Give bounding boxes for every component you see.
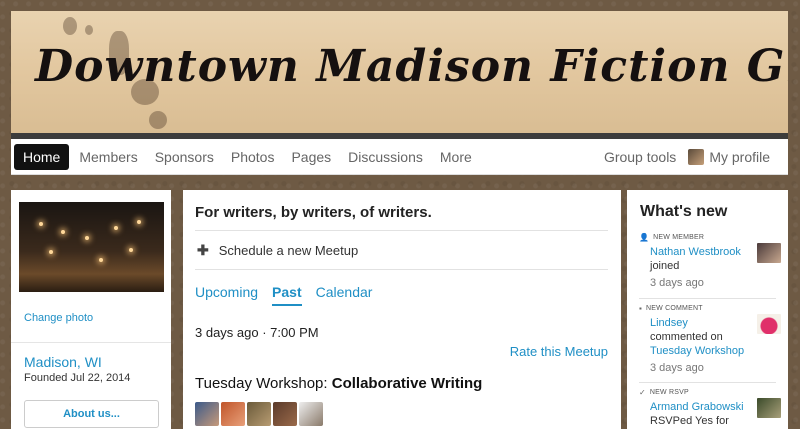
nav-pages[interactable]: Pages (283, 144, 339, 170)
attendee-avatar[interactable] (247, 402, 271, 426)
tab-past[interactable]: Past (272, 284, 302, 306)
feed-kind: ▪ NEW COMMENT (639, 304, 779, 313)
meetup-tabs: Upcoming Past Calendar (195, 284, 386, 306)
feed-kind: 👤 NEW MEMBER (639, 233, 779, 242)
divider (195, 269, 608, 270)
check-icon: ✓ (639, 388, 646, 397)
feed-kind-label: NEW MEMBER (653, 234, 705, 241)
profile-avatar (688, 148, 705, 165)
person-icon: 👤 (639, 233, 650, 242)
divider (639, 382, 776, 383)
nav-right-group: Group tools My profile (597, 144, 788, 170)
comment-icon: ▪ (639, 304, 643, 313)
main-content: For writers, by writers, of writers. ✚ S… (183, 190, 621, 429)
nav-photos[interactable]: Photos (223, 144, 283, 170)
nav-members[interactable]: Members (71, 144, 145, 170)
schedule-meetup-label: Schedule a new Meetup (218, 243, 359, 258)
my-profile-label: My profile (709, 148, 770, 165)
group-banner: Downtown Madison Fiction Group (11, 11, 788, 133)
group-tagline: For writers, by writers, of writers. (195, 204, 432, 221)
divider (639, 298, 776, 299)
nav-sponsors[interactable]: Sponsors (147, 144, 222, 170)
group-nav-bar: Home Members Sponsors Photos Pages Discu… (11, 139, 788, 175)
group-tools-menu[interactable]: Group tools (597, 144, 683, 170)
schedule-meetup-button[interactable]: ✚ Schedule a new Meetup (197, 242, 358, 259)
tab-upcoming[interactable]: Upcoming (195, 284, 258, 306)
change-photo-link[interactable]: Change photo (24, 312, 93, 324)
feed-item: 👤 NEW MEMBER Nathan Westbrook joined 3 d… (639, 233, 781, 289)
nav-home[interactable]: Home (14, 143, 70, 170)
whats-new-panel: What's new 👤 NEW MEMBER Nathan Westbrook… (627, 190, 788, 429)
feed-event-link[interactable]: Tuesday Workshop (650, 345, 779, 357)
event-title-link[interactable]: Tuesday Workshop: Collaborative Writing (195, 375, 482, 392)
member-avatar[interactable] (757, 314, 781, 334)
feed-item: ▪ NEW COMMENT Lindsey commented on Tuesd… (639, 304, 781, 374)
attendee-avatar[interactable] (273, 402, 297, 426)
group-info-panel: Change photo Madison, WI Founded Jul 22,… (11, 190, 171, 429)
divider (195, 230, 608, 231)
group-photo (19, 202, 164, 292)
feed-kind-label: NEW RSVP (649, 389, 689, 396)
nav-more[interactable]: More (432, 144, 480, 170)
feed-kind: ✓ NEW RSVP (639, 388, 779, 397)
attendee-avatar[interactable] (221, 402, 245, 426)
member-avatar[interactable] (757, 243, 781, 263)
group-name-logo: Downtown Madison Fiction Group (35, 41, 788, 92)
tab-calendar[interactable]: Calendar (316, 284, 373, 306)
attendee-avatar[interactable] (299, 402, 323, 426)
nav-discussions[interactable]: Discussions (340, 144, 431, 170)
feed-kind-label: NEW COMMENT (646, 305, 703, 312)
event-title-main: Collaborative Writing (331, 375, 483, 392)
feed-time: 3 days ago (650, 277, 704, 289)
whats-new-heading: What's new (640, 203, 728, 220)
plus-icon: ✚ (197, 242, 209, 258)
rate-meetup-link[interactable]: Rate this Meetup (510, 344, 608, 359)
attendee-avatar[interactable] (195, 402, 219, 426)
event-title-prefix: Tuesday Workshop: (195, 375, 332, 392)
group-location-link[interactable]: Madison, WI (24, 354, 102, 370)
about-us-button[interactable]: About us... (24, 400, 159, 428)
event-time: 3 days ago · 7:00 PM (195, 325, 319, 340)
attendee-avatars (195, 402, 325, 426)
feed-item: ✓ NEW RSVP Armand Grabowski RSVPed Yes f… (639, 388, 781, 427)
divider (11, 342, 171, 343)
feed-time: 3 days ago (650, 362, 704, 374)
my-profile-link[interactable]: My profile (684, 144, 777, 170)
founded-date: Founded Jul 22, 2014 (24, 372, 131, 384)
member-avatar[interactable] (757, 398, 781, 418)
